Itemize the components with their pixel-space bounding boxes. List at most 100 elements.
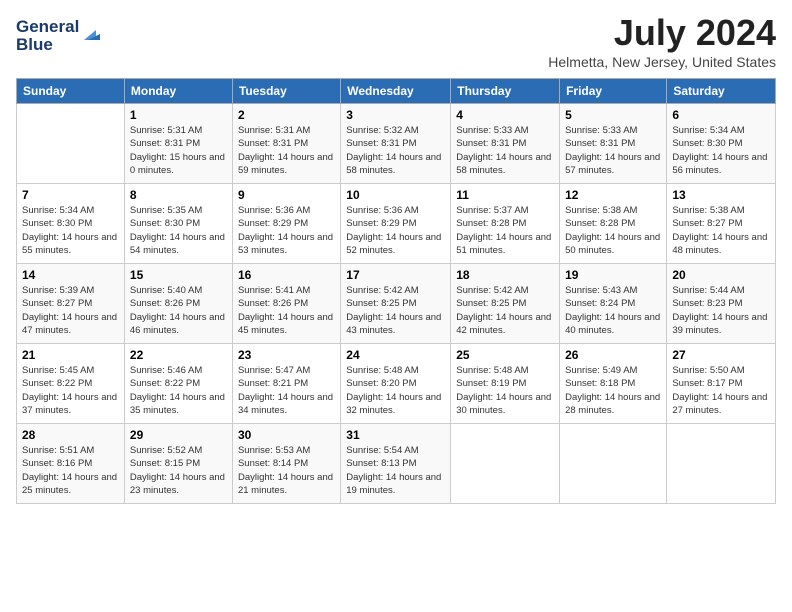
calendar-cell: 22 Sunrise: 5:46 AMSunset: 8:22 PMDayligh… — [124, 344, 232, 424]
day-number: 24 — [346, 348, 445, 362]
day-number: 11 — [456, 188, 554, 202]
day-number: 14 — [22, 268, 119, 282]
calendar-cell: 14 Sunrise: 5:39 AMSunset: 8:27 PMDayligh… — [17, 264, 125, 344]
page-container: General Blue July 2024 Helmetta, New Jer… — [0, 0, 792, 516]
day-info: Sunrise: 5:44 AMSunset: 8:23 PMDaylight:… — [672, 284, 770, 337]
day-info: Sunrise: 5:41 AMSunset: 8:26 PMDaylight:… — [238, 284, 335, 337]
calendar-cell: 7Sunrise: 5:34 AMSunset: 8:30 PMDaylight… — [17, 184, 125, 264]
column-header-friday: Friday — [560, 79, 667, 104]
title-section: July 2024 Helmetta, New Jersey, United S… — [548, 12, 776, 70]
month-title: July 2024 — [548, 12, 776, 54]
column-header-monday: Monday — [124, 79, 232, 104]
week-row-4: 21 Sunrise: 5:45 AMSunset: 8:22 PMDayligh… — [17, 344, 776, 424]
calendar-cell: 20 Sunrise: 5:44 AMSunset: 8:23 PMDayligh… — [667, 264, 776, 344]
calendar-cell — [560, 424, 667, 504]
day-info: Sunrise: 5:33 AMSunset: 8:31 PMDaylight:… — [565, 124, 661, 177]
day-info: Sunrise: 5:40 AMSunset: 8:26 PMDaylight:… — [130, 284, 227, 337]
logo-text: General Blue — [16, 12, 106, 61]
day-number: 13 — [672, 188, 770, 202]
day-info: Sunrise: 5:38 AMSunset: 8:27 PMDaylight:… — [672, 204, 770, 257]
day-number: 26 — [565, 348, 661, 362]
day-number: 30 — [238, 428, 335, 442]
calendar-cell: 27Sunrise: 5:50 AMSunset: 8:17 PMDayligh… — [667, 344, 776, 424]
day-info: Sunrise: 5:32 AMSunset: 8:31 PMDaylight:… — [346, 124, 445, 177]
calendar-cell: 17Sunrise: 5:42 AMSunset: 8:25 PMDayligh… — [341, 264, 451, 344]
calendar-cell: 4Sunrise: 5:33 AMSunset: 8:31 PMDaylight… — [451, 104, 560, 184]
calendar-cell: 31Sunrise: 5:54 AMSunset: 8:13 PMDayligh… — [341, 424, 451, 504]
calendar-cell — [667, 424, 776, 504]
day-number: 2 — [238, 108, 335, 122]
calendar-cell: 1 Sunrise: 5:31 AMSunset: 8:31 PMDaylight… — [124, 104, 232, 184]
calendar-cell: 15 Sunrise: 5:40 AMSunset: 8:26 PMDayligh… — [124, 264, 232, 344]
svg-text:Blue: Blue — [16, 35, 53, 54]
day-info: Sunrise: 5:49 AMSunset: 8:18 PMDaylight:… — [565, 364, 661, 417]
logo: General Blue — [16, 12, 106, 61]
day-info: Sunrise: 5:39 AMSunset: 8:27 PMDaylight:… — [22, 284, 119, 337]
day-info: Sunrise: 5:34 AMSunset: 8:30 PMDaylight:… — [672, 124, 770, 177]
day-number: 17 — [346, 268, 445, 282]
day-number: 1 — [130, 108, 227, 122]
day-number: 22 — [130, 348, 227, 362]
day-info: Sunrise: 5:35 AMSunset: 8:30 PMDaylight:… — [130, 204, 227, 257]
calendar-table: SundayMondayTuesdayWednesdayThursdayFrid… — [16, 78, 776, 504]
calendar-cell: 10Sunrise: 5:36 AMSunset: 8:29 PMDayligh… — [341, 184, 451, 264]
calendar-cell: 13 Sunrise: 5:38 AMSunset: 8:27 PMDayligh… — [667, 184, 776, 264]
calendar-cell: 28 Sunrise: 5:51 AMSunset: 8:16 PMDayligh… — [17, 424, 125, 504]
day-info: Sunrise: 5:31 AMSunset: 8:31 PMDaylight:… — [130, 124, 227, 177]
day-number: 28 — [22, 428, 119, 442]
day-number: 9 — [238, 188, 335, 202]
calendar-cell: 25Sunrise: 5:48 AMSunset: 8:19 PMDayligh… — [451, 344, 560, 424]
day-info: Sunrise: 5:43 AMSunset: 8:24 PMDaylight:… — [565, 284, 661, 337]
week-row-3: 14 Sunrise: 5:39 AMSunset: 8:27 PMDayligh… — [17, 264, 776, 344]
svg-text:General: General — [16, 17, 79, 36]
day-info: Sunrise: 5:37 AMSunset: 8:28 PMDaylight:… — [456, 204, 554, 257]
subtitle: Helmetta, New Jersey, United States — [548, 54, 776, 70]
column-header-saturday: Saturday — [667, 79, 776, 104]
day-info: Sunrise: 5:48 AMSunset: 8:19 PMDaylight:… — [456, 364, 554, 417]
day-number: 15 — [130, 268, 227, 282]
day-number: 7 — [22, 188, 119, 202]
calendar-cell: 6 Sunrise: 5:34 AMSunset: 8:30 PMDaylight… — [667, 104, 776, 184]
calendar-cell: 21 Sunrise: 5:45 AMSunset: 8:22 PMDayligh… — [17, 344, 125, 424]
week-row-2: 7Sunrise: 5:34 AMSunset: 8:30 PMDaylight… — [17, 184, 776, 264]
calendar-cell: 8Sunrise: 5:35 AMSunset: 8:30 PMDaylight… — [124, 184, 232, 264]
column-header-wednesday: Wednesday — [341, 79, 451, 104]
day-number: 3 — [346, 108, 445, 122]
day-info: Sunrise: 5:48 AMSunset: 8:20 PMDaylight:… — [346, 364, 445, 417]
day-info: Sunrise: 5:36 AMSunset: 8:29 PMDaylight:… — [238, 204, 335, 257]
day-info: Sunrise: 5:46 AMSunset: 8:22 PMDaylight:… — [130, 364, 227, 417]
day-number: 23 — [238, 348, 335, 362]
day-info: Sunrise: 5:52 AMSunset: 8:15 PMDaylight:… — [130, 444, 227, 497]
day-number: 5 — [565, 108, 661, 122]
day-info: Sunrise: 5:31 AMSunset: 8:31 PMDaylight:… — [238, 124, 335, 177]
day-info: Sunrise: 5:38 AMSunset: 8:28 PMDaylight:… — [565, 204, 661, 257]
day-number: 20 — [672, 268, 770, 282]
calendar-cell: 5 Sunrise: 5:33 AMSunset: 8:31 PMDaylight… — [560, 104, 667, 184]
week-row-1: 1 Sunrise: 5:31 AMSunset: 8:31 PMDaylight… — [17, 104, 776, 184]
day-number: 12 — [565, 188, 661, 202]
calendar-cell: 23Sunrise: 5:47 AMSunset: 8:21 PMDayligh… — [232, 344, 340, 424]
column-header-sunday: Sunday — [17, 79, 125, 104]
calendar-cell: 18 Sunrise: 5:42 AMSunset: 8:25 PMDayligh… — [451, 264, 560, 344]
day-number: 21 — [22, 348, 119, 362]
calendar-cell: 30 Sunrise: 5:53 AMSunset: 8:14 PMDayligh… — [232, 424, 340, 504]
day-info: Sunrise: 5:33 AMSunset: 8:31 PMDaylight:… — [456, 124, 554, 177]
calendar-cell: 2 Sunrise: 5:31 AMSunset: 8:31 PMDaylight… — [232, 104, 340, 184]
calendar-cell: 11 Sunrise: 5:37 AMSunset: 8:28 PMDayligh… — [451, 184, 560, 264]
day-info: Sunrise: 5:51 AMSunset: 8:16 PMDaylight:… — [22, 444, 119, 497]
calendar-cell: 24 Sunrise: 5:48 AMSunset: 8:20 PMDayligh… — [341, 344, 451, 424]
day-number: 19 — [565, 268, 661, 282]
day-info: Sunrise: 5:53 AMSunset: 8:14 PMDaylight:… — [238, 444, 335, 497]
day-info: Sunrise: 5:36 AMSunset: 8:29 PMDaylight:… — [346, 204, 445, 257]
calendar-cell: 3 Sunrise: 5:32 AMSunset: 8:31 PMDaylight… — [341, 104, 451, 184]
day-info: Sunrise: 5:45 AMSunset: 8:22 PMDaylight:… — [22, 364, 119, 417]
calendar-cell: 9 Sunrise: 5:36 AMSunset: 8:29 PMDaylight… — [232, 184, 340, 264]
calendar-cell: 12 Sunrise: 5:38 AMSunset: 8:28 PMDayligh… — [560, 184, 667, 264]
day-number: 6 — [672, 108, 770, 122]
day-number: 16 — [238, 268, 335, 282]
day-number: 18 — [456, 268, 554, 282]
calendar-cell — [451, 424, 560, 504]
day-info: Sunrise: 5:50 AMSunset: 8:17 PMDaylight:… — [672, 364, 770, 417]
day-info: Sunrise: 5:42 AMSunset: 8:25 PMDaylight:… — [456, 284, 554, 337]
calendar-cell: 29Sunrise: 5:52 AMSunset: 8:15 PMDayligh… — [124, 424, 232, 504]
